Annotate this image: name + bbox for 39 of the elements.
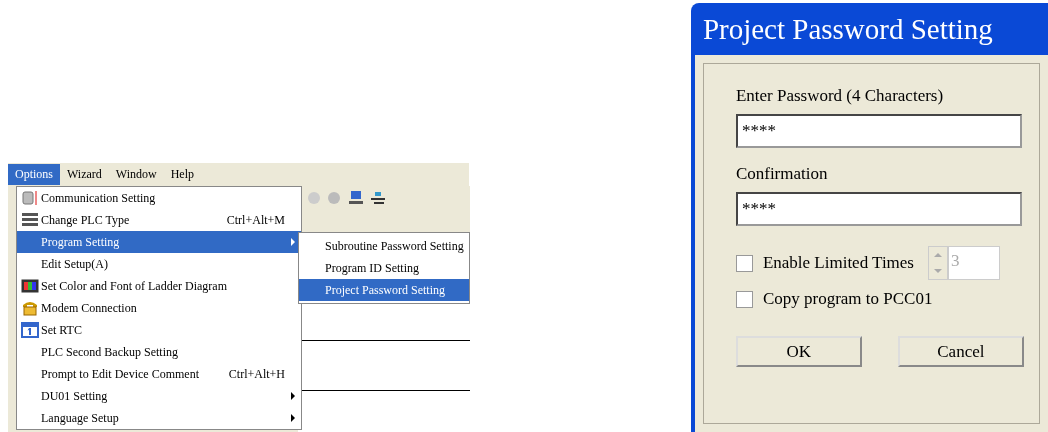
- computer-icon: [348, 190, 364, 206]
- zoom-icon: [326, 190, 342, 206]
- menu-item[interactable]: Set Color and Font of Ladder Diagram: [17, 275, 301, 297]
- spinner-arrows-icon[interactable]: [928, 246, 948, 280]
- menu-item[interactable]: Set RTC: [17, 319, 301, 341]
- menu-bar-item[interactable]: Help: [163, 163, 202, 185]
- checkbox-label: Copy program to PCC01: [762, 289, 933, 309]
- device-icon: [21, 190, 39, 206]
- checkbox-label: Enable Limited Times: [762, 253, 914, 273]
- checkbox[interactable]: [735, 254, 753, 272]
- calendar-icon: [21, 322, 39, 338]
- confirmation-field[interactable]: ****: [735, 192, 1022, 226]
- menu-bar-item[interactable]: Wizard: [60, 163, 109, 185]
- menu-item[interactable]: Program Setting: [17, 231, 301, 253]
- menu-item[interactable]: Prompt to Edit Device Comment Ctrl+Alt+H: [17, 363, 301, 385]
- cancel-button[interactable]: Cancel: [897, 336, 1024, 367]
- stack-icon: [21, 212, 39, 228]
- dialog-title: Project Password Setting: [701, 11, 994, 47]
- menu-item[interactable]: DU01 Setting: [17, 385, 301, 407]
- network-icon: [370, 190, 386, 206]
- zoom-icon: [306, 190, 322, 206]
- telephone-icon: [21, 300, 39, 316]
- menu-item[interactable]: Communication Setting: [17, 187, 301, 209]
- menu-item[interactable]: PLC Second Backup Setting: [17, 341, 301, 363]
- submenu-item[interactable]: Subroutine Password Setting: [299, 235, 469, 257]
- password-field[interactable]: ****: [735, 114, 1022, 148]
- checkbox[interactable]: [735, 290, 753, 308]
- ok-button[interactable]: OK: [735, 336, 862, 367]
- menu-bar-item[interactable]: Window: [108, 163, 164, 185]
- submenu-item[interactable]: Program ID Setting: [299, 257, 469, 279]
- submenu-item[interactable]: Project Password Setting: [299, 279, 469, 301]
- menu-bar-item[interactable]: Options: [8, 163, 60, 185]
- color-bars-icon: [21, 278, 39, 294]
- password-label: Enter Password (4 Characters): [735, 86, 945, 106]
- menu-item[interactable]: Edit Setup(A): [17, 253, 301, 275]
- menu-item[interactable]: Change PLC Type Ctrl+Alt+M: [17, 209, 301, 231]
- confirmation-label: Confirmation: [735, 164, 829, 184]
- menu-item[interactable]: Language Setup: [17, 407, 301, 429]
- menu-item[interactable]: Modem Connection: [17, 297, 301, 319]
